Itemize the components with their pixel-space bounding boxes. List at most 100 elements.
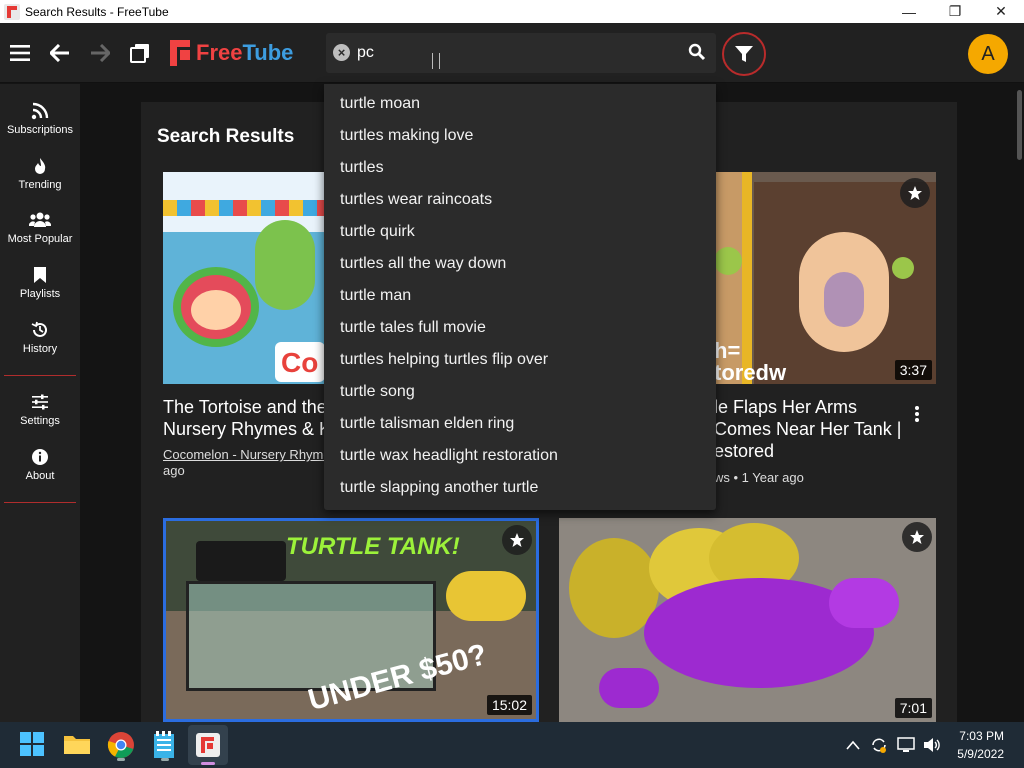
search-suggestions-dropdown: turtle moan turtles making love turtles … (324, 84, 716, 510)
rss-icon (31, 102, 49, 120)
clear-search-icon[interactable]: × (333, 44, 350, 61)
video-title-2[interactable]: le Flaps Her Arms Comes Near Her Tank | … (714, 396, 904, 462)
suggestion-item[interactable]: turtle song (340, 376, 710, 408)
freetube-taskbar-button[interactable] (188, 725, 228, 765)
suggestion-item[interactable]: turtle quirk (340, 216, 710, 248)
window-title: Search Results - FreeTube (25, 4, 169, 19)
minimize-button[interactable]: — (886, 0, 932, 23)
window-titlebar: Search Results - FreeTube — ❐ ✕ (0, 0, 1024, 23)
thumbnail-caption: h= toredw (714, 338, 787, 384)
windows-taskbar: 7:03 PM 5/9/2022 (0, 722, 1024, 768)
suggestion-item[interactable]: turtles helping turtles flip over (340, 344, 710, 376)
page-title: Search Results (157, 126, 295, 147)
sidebar-divider (4, 375, 76, 376)
video-meta-2: ws • 1 Year ago (714, 470, 804, 485)
sliders-icon (32, 394, 48, 410)
logo-free-text: Free (196, 40, 243, 65)
back-arrow-icon[interactable] (48, 41, 72, 65)
maximize-button[interactable]: ❐ (932, 0, 978, 23)
update-sync-icon[interactable] (870, 736, 888, 754)
freetube-logo-mark-icon (170, 40, 190, 66)
favorite-star-button[interactable] (900, 178, 930, 208)
sidebar: Subscriptions Trending Most Popular Play… (0, 84, 80, 722)
suggestion-item[interactable]: turtles (340, 152, 710, 184)
sidebar-item-label: Most Popular (7, 233, 73, 245)
freetube-icon (196, 733, 220, 757)
scrollbar-thumb[interactable] (1017, 90, 1022, 160)
suggestion-item[interactable]: turtles making love (340, 120, 710, 152)
suggestion-item[interactable]: turtle moan (340, 88, 710, 120)
close-button[interactable]: ✕ (978, 0, 1024, 23)
bookmark-icon (34, 267, 46, 283)
more-options-icon[interactable] (914, 405, 920, 423)
video-duration: 3:37 (894, 360, 932, 380)
star-icon (910, 530, 924, 544)
video-duration: 15:02 (486, 695, 532, 715)
video-thumbnail-4[interactable]: 7:01 (559, 518, 936, 722)
channel-link[interactable]: Cocomelon - Nursery Rhyme (163, 447, 328, 463)
sidebar-item-trending[interactable]: Trending (0, 157, 80, 209)
volume-icon[interactable] (923, 737, 941, 753)
video-thumbnail-2[interactable]: h= toredw 3:37 (714, 172, 936, 384)
fire-icon (35, 158, 46, 174)
freetube-app-icon (4, 3, 20, 20)
freetube-logo[interactable]: Free Tube (170, 39, 293, 67)
search-icon[interactable] (688, 43, 708, 63)
filter-icon (735, 46, 753, 62)
notepad-icon[interactable] (151, 731, 179, 761)
start-windows-icon[interactable] (19, 731, 47, 759)
chrome-icon[interactable] (107, 731, 135, 761)
sidebar-item-label: Trending (18, 179, 62, 191)
sidebar-item-label: About (25, 470, 55, 482)
suggestion-item[interactable]: turtle wax headlight restoration (340, 440, 710, 472)
favorite-star-button[interactable] (902, 522, 932, 552)
video-title-line: le Flaps Her Arms (714, 397, 858, 417)
suggestion-item[interactable]: turtle man (340, 280, 710, 312)
video-meta-1: Cocomelon - Nursery Rhyme ago (163, 447, 328, 479)
sidebar-item-label: Settings (20, 415, 60, 427)
sidebar-item-playlists[interactable]: Playlists (0, 266, 80, 318)
sidebar-item-label: History (22, 343, 58, 355)
sidebar-item-subscriptions[interactable]: Subscriptions (0, 102, 80, 154)
info-icon (32, 449, 48, 465)
clock-time: 7:03 PM (959, 729, 1004, 743)
history-icon (31, 321, 47, 337)
file-explorer-icon[interactable] (63, 731, 91, 759)
sidebar-item-label: Subscriptions (6, 124, 74, 136)
text-cursor-icon (432, 53, 440, 69)
video-title-line: estored (714, 441, 775, 461)
suggestion-item[interactable]: turtle tales full movie (340, 312, 710, 344)
star-icon (908, 186, 922, 200)
video-thumbnail-3[interactable]: TURTLE TANK! UNDER $50? 15:02 (163, 518, 539, 722)
suggestion-item[interactable]: turtles all the way down (340, 248, 710, 280)
search-filters-button[interactable] (722, 32, 766, 76)
app-topbar: FreeTube × A (0, 23, 1024, 83)
video-title-1[interactable]: The Tortoise and the Nursery Rhymes & K (163, 396, 328, 444)
network-icon[interactable] (897, 737, 915, 753)
users-icon (29, 212, 51, 227)
sidebar-item-most-popular[interactable]: Most Popular (0, 211, 80, 263)
forward-arrow-icon[interactable] (88, 41, 112, 65)
logo-tube-text: Tube (242, 40, 294, 65)
favorite-star-button[interactable] (502, 525, 532, 555)
thumbnail-caption: TURTLE TANK! (286, 533, 460, 560)
suggestion-item[interactable]: turtles wear raincoats (340, 184, 710, 216)
video-title-line: Nursery Rhymes & K (163, 419, 328, 439)
taskbar-clock[interactable]: 7:03 PM 5/9/2022 (957, 727, 1004, 763)
video-age: ago (163, 463, 185, 478)
menu-icon[interactable] (8, 41, 32, 65)
suggestion-item[interactable]: turtle slapping another turtle (340, 472, 710, 504)
sidebar-divider (4, 502, 76, 503)
chevron-up-icon[interactable] (846, 740, 860, 750)
sidebar-item-history[interactable]: History (0, 321, 80, 373)
search-box: × (326, 33, 716, 73)
suggestion-item[interactable]: turtle talisman elden ring (340, 408, 710, 440)
new-window-icon[interactable] (128, 41, 152, 65)
video-duration: 7:01 (894, 698, 932, 718)
profile-avatar[interactable]: A (968, 34, 1008, 74)
system-tray (846, 735, 941, 755)
search-input[interactable] (357, 41, 677, 65)
sidebar-item-settings[interactable]: Settings (0, 393, 80, 445)
sidebar-item-about[interactable]: About (0, 448, 80, 500)
video-thumbnail-1[interactable]: Co (163, 172, 325, 384)
